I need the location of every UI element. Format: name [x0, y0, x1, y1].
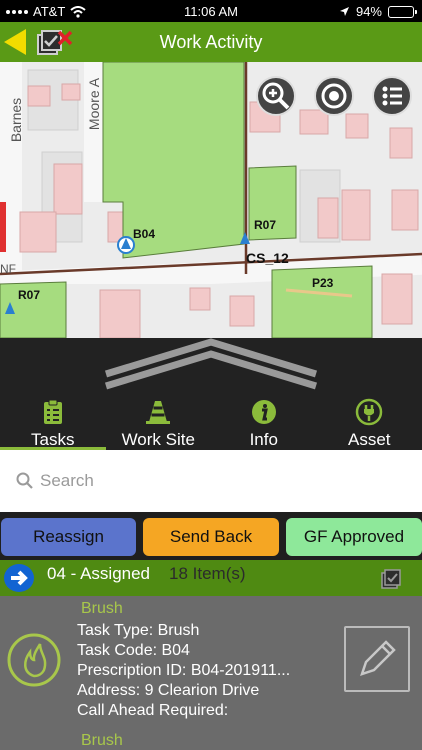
task-call-ahead: Call Ahead Required:	[77, 702, 229, 719]
plug-icon	[356, 398, 383, 426]
status-bar: AT&T 11:06 AM 94%	[0, 0, 422, 22]
map-canvas	[0, 62, 422, 338]
traffic-cone-icon	[146, 401, 171, 424]
tab-label: Work Site	[121, 430, 195, 449]
task-card[interactable]: Brush	[0, 728, 422, 750]
clipboard-icon	[43, 399, 62, 424]
drawer-handle[interactable]	[0, 338, 422, 394]
task-prescription: Prescription ID: B04-201911...	[77, 662, 291, 679]
info-icon	[251, 400, 276, 424]
task-card[interactable]: Brush Task Type: Brush Task Code: B04 Pr…	[0, 596, 422, 728]
page-title: Work Activity	[159, 32, 263, 52]
task-code: Task Code: B04	[77, 642, 190, 659]
map-label-r07: R07	[254, 218, 277, 232]
map-label-p23: P23	[312, 276, 334, 290]
layers-list-icon[interactable]	[372, 76, 412, 116]
brush-fire-icon	[7, 633, 61, 687]
battery-percent: 94%	[355, 4, 382, 19]
group-header[interactable]: 04 - Assigned 18 Item(s)	[0, 560, 422, 596]
battery-icon	[388, 5, 417, 18]
chevron-up-icon	[104, 338, 318, 390]
search-icon	[16, 472, 33, 489]
reassign-button[interactable]: Reassign	[1, 518, 136, 556]
tab-asset[interactable]: Asset	[317, 394, 422, 450]
locate-target-icon[interactable]	[314, 76, 354, 116]
task-type: Task Type: Brush	[77, 622, 200, 639]
tab-info[interactable]: Info	[211, 394, 317, 450]
map-label-b04: B04	[133, 227, 156, 241]
edit-button[interactable]	[344, 626, 410, 692]
zoom-in-icon[interactable]	[256, 76, 296, 116]
tab-label: Tasks	[31, 430, 75, 449]
gf-approved-button[interactable]: GF Approved	[286, 518, 422, 556]
tab-tasks[interactable]: Tasks	[0, 394, 106, 450]
map-view[interactable]: Barnes Moore A B04 R07 CS_12 P23 R07 NF	[0, 62, 422, 338]
send-back-button[interactable]: Send Back	[143, 518, 279, 556]
group-title: 04 - Assigned	[47, 564, 151, 583]
map-label-r07-b: R07	[18, 288, 41, 302]
task-name: Brush	[81, 732, 123, 749]
task-name: Brush	[81, 600, 123, 617]
map-label-cs12: CS_12	[246, 250, 289, 266]
map-label-barnes: Barnes	[8, 97, 25, 143]
search-input[interactable]	[40, 468, 400, 494]
location-arrow-icon	[339, 7, 349, 16]
status-right: 94%	[339, 4, 417, 19]
tab-label: Info	[249, 430, 278, 449]
title-bar: Work Activity	[0, 22, 422, 62]
pencil-icon	[360, 640, 396, 676]
select-all-checkbox-icon[interactable]	[380, 569, 402, 589]
map-label-moore: Moore A	[86, 77, 103, 131]
search-bar	[0, 450, 422, 512]
action-bar: Reassign Send Back GF Approved	[0, 512, 422, 560]
group-count: 18 Item(s)	[169, 564, 246, 583]
expand-arrow-icon[interactable]	[4, 564, 34, 592]
map-label-nf: NF	[0, 262, 16, 276]
tab-label: Asset	[347, 430, 391, 449]
tab-work-site[interactable]: Work Site	[106, 394, 212, 450]
tab-bar: Tasks Work Site Info Asset	[0, 394, 422, 450]
task-address: Address: 9 Clearion Drive	[77, 682, 260, 699]
